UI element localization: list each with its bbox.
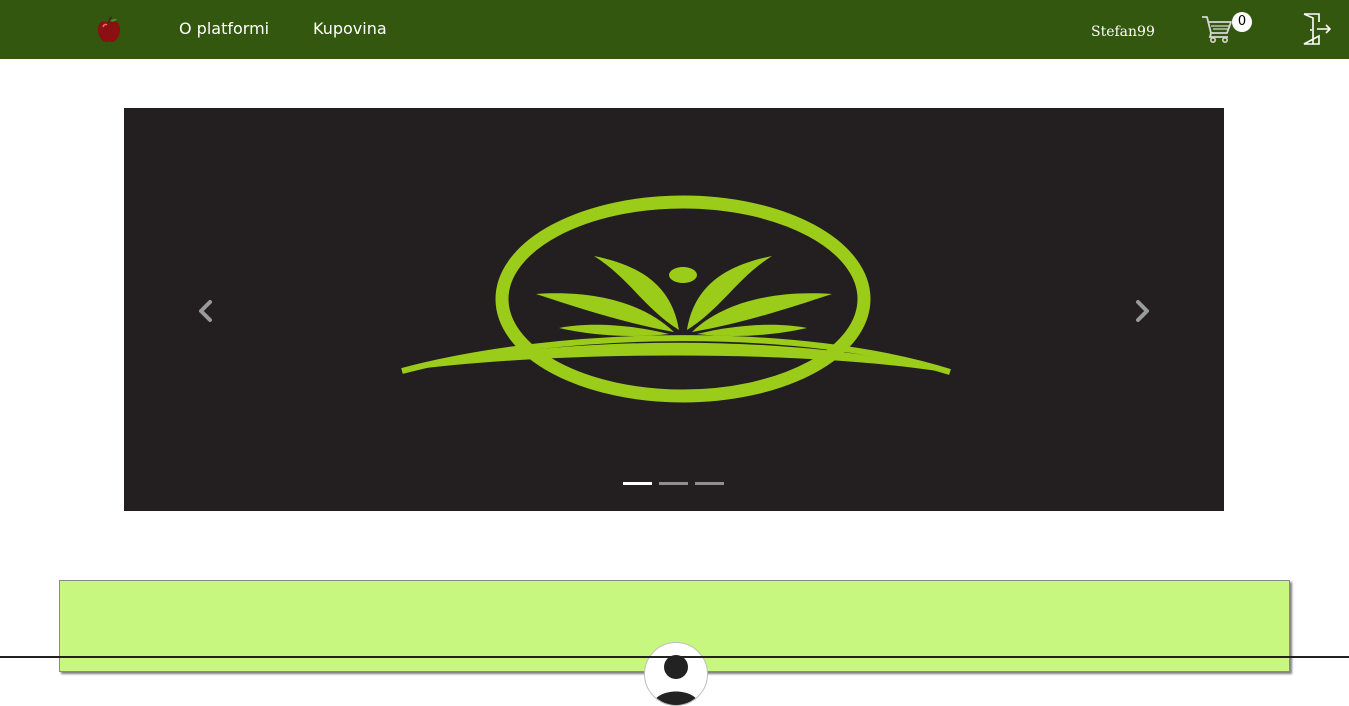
- carousel-indicator[interactable]: [695, 482, 724, 485]
- nav-link-about-platform[interactable]: O platformi: [179, 19, 269, 38]
- avatar-icon: [644, 642, 708, 706]
- nav-link-shopping[interactable]: Kupovina: [313, 19, 387, 38]
- top-navbar: O platformi Kupovina Stefan99 0: [0, 0, 1349, 59]
- apple-icon[interactable]: [94, 15, 124, 45]
- carousel-indicator[interactable]: [623, 482, 652, 485]
- logout-door-icon[interactable]: [1301, 12, 1333, 46]
- carousel-indicator[interactable]: [659, 482, 688, 485]
- hero-carousel: [124, 108, 1224, 511]
- content-panel: [59, 580, 1290, 706]
- leaf-ring-logo: [401, 195, 951, 403]
- chevron-right-icon[interactable]: [1126, 296, 1156, 326]
- cart-count-badge: 0: [1232, 12, 1252, 32]
- cart-icon[interactable]: [1200, 13, 1234, 45]
- chevron-left-icon[interactable]: [192, 296, 222, 326]
- username-label: Stefan99: [1091, 24, 1155, 40]
